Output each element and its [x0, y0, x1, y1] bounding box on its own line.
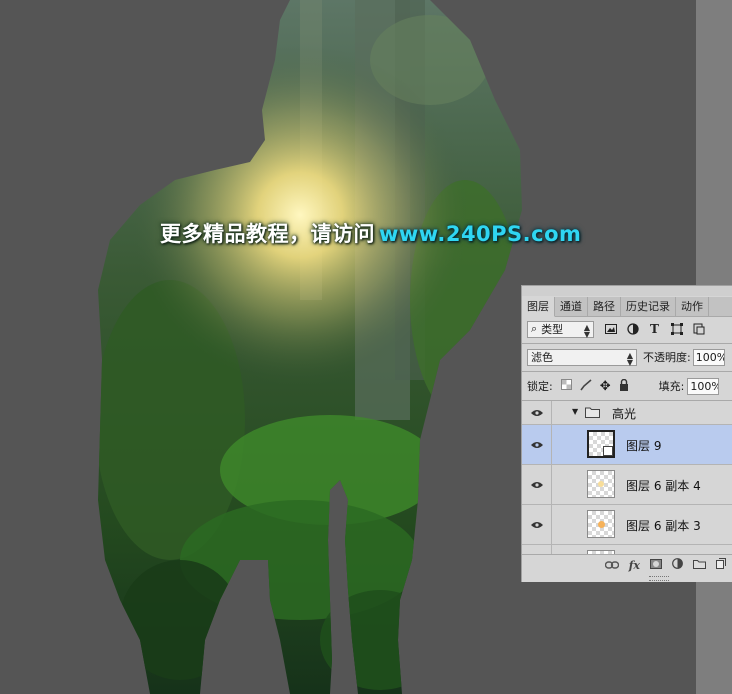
panel-grip[interactable] [522, 286, 732, 296]
folder-icon[interactable] [693, 559, 706, 572]
adjustment-filter-icon[interactable] [626, 323, 639, 336]
layer-name: 图层 9 [626, 439, 662, 453]
tab-actions[interactable]: 动作 [676, 297, 709, 316]
thumbnail-dot [598, 481, 604, 487]
eye-icon [531, 442, 543, 448]
expand-triangle-icon[interactable]: ▼ [572, 407, 578, 416]
mask-icon[interactable] [650, 558, 662, 572]
panel-tabs: 图层 通道 路径 历史记录 动作 [522, 297, 732, 317]
chevron-updown-icon: ▲ ▼ [583, 322, 590, 339]
layer-row[interactable]: 图层 9 [522, 425, 732, 465]
group-name: 高光 [612, 407, 637, 421]
filter-kind-label: 类型 [541, 323, 564, 336]
layers-bottom-bar: fx [522, 556, 732, 574]
lock-position-icon[interactable]: ✥ [600, 379, 611, 394]
layer-thumbnail[interactable] [587, 510, 615, 538]
layer-row[interactable]: 图层 6 副本 4 [522, 465, 732, 505]
smart-object-filter-icon[interactable] [692, 323, 705, 336]
visibility-toggle[interactable] [522, 465, 552, 504]
lock-all-icon[interactable] [619, 378, 629, 394]
layer-filter-row: ⌕ 类型 ▲ ▼ T [527, 319, 732, 339]
lock-pixels-icon[interactable] [580, 378, 592, 394]
blend-mode-value: 滤色 [531, 351, 553, 364]
adjustment-icon[interactable] [672, 558, 683, 572]
tab-channels[interactable]: 通道 [555, 297, 588, 316]
visibility-toggle[interactable] [522, 401, 552, 424]
link-icon[interactable] [604, 559, 619, 572]
watermark-url: www.240PS.com [379, 222, 582, 246]
layer-group-row[interactable]: ▼ 高光 [522, 401, 732, 425]
fill-label: 填充: [658, 380, 685, 393]
blend-row: 滤色 ▲ ▼ 不透明度: 100% [527, 347, 732, 367]
new-layer-icon[interactable] [716, 558, 726, 572]
pixel-filter-icon[interactable] [604, 323, 617, 336]
layer-thumbnail[interactable] [587, 430, 615, 458]
fill-input[interactable]: 100% [687, 377, 720, 395]
layer-thumbnail[interactable] [587, 470, 615, 498]
lock-transparent-icon[interactable] [560, 379, 572, 393]
eye-icon [531, 410, 543, 416]
tab-history[interactable]: 历史记录 [621, 297, 676, 316]
divider [522, 554, 732, 555]
filter-kind-select[interactable]: ⌕ 类型 ▲ ▼ [527, 320, 594, 339]
type-filter-icon[interactable]: T [648, 322, 661, 336]
lock-row: 锁定: ✥ 填充: 100% [527, 376, 732, 396]
lock-label: 锁定: [527, 380, 553, 393]
eye-icon [531, 522, 543, 528]
divider [522, 343, 732, 344]
visibility-toggle[interactable] [522, 545, 552, 554]
fx-icon[interactable]: fx [629, 559, 640, 572]
layer-row[interactable] [522, 545, 732, 554]
chevron-updown-icon: ▲ ▼ [626, 350, 633, 367]
blend-mode-select[interactable]: 滤色 ▲ ▼ [527, 348, 637, 367]
layer-name: 图层 6 副本 3 [626, 519, 701, 533]
eye-icon [531, 482, 543, 488]
layers-panel: 图层 通道 路径 历史记录 动作 ⌕ 类型 ▲ ▼ T 滤色 ▲ ▼ 不透明度: 1… [521, 285, 732, 582]
thumbnail-dot [598, 521, 605, 528]
opacity-input[interactable]: 100% [692, 348, 725, 366]
layer-name: 图层 6 副本 4 [626, 479, 701, 493]
layer-row[interactable]: 图层 6 副本 3 [522, 505, 732, 545]
panel-resize-grip[interactable] [649, 576, 669, 581]
smart-object-icon [603, 446, 613, 456]
visibility-toggle[interactable] [522, 505, 552, 544]
folder-icon [585, 406, 600, 421]
layer-list: ▼ 高光 图层 9 图层 6 副本 4 图层 6 副本 3 [522, 401, 732, 554]
opacity-label: 不透明度: [643, 351, 691, 364]
watermark-text: 更多精品教程，请访问 www.240PS.com [160, 218, 581, 248]
divider [522, 371, 732, 372]
tab-paths[interactable]: 路径 [588, 297, 621, 316]
visibility-toggle[interactable] [522, 425, 552, 464]
tab-layers[interactable]: 图层 [522, 297, 555, 317]
shape-filter-icon[interactable] [670, 323, 683, 336]
watermark-chinese: 更多精品教程，请访问 [160, 222, 375, 246]
search-icon: ⌕ [531, 322, 538, 335]
